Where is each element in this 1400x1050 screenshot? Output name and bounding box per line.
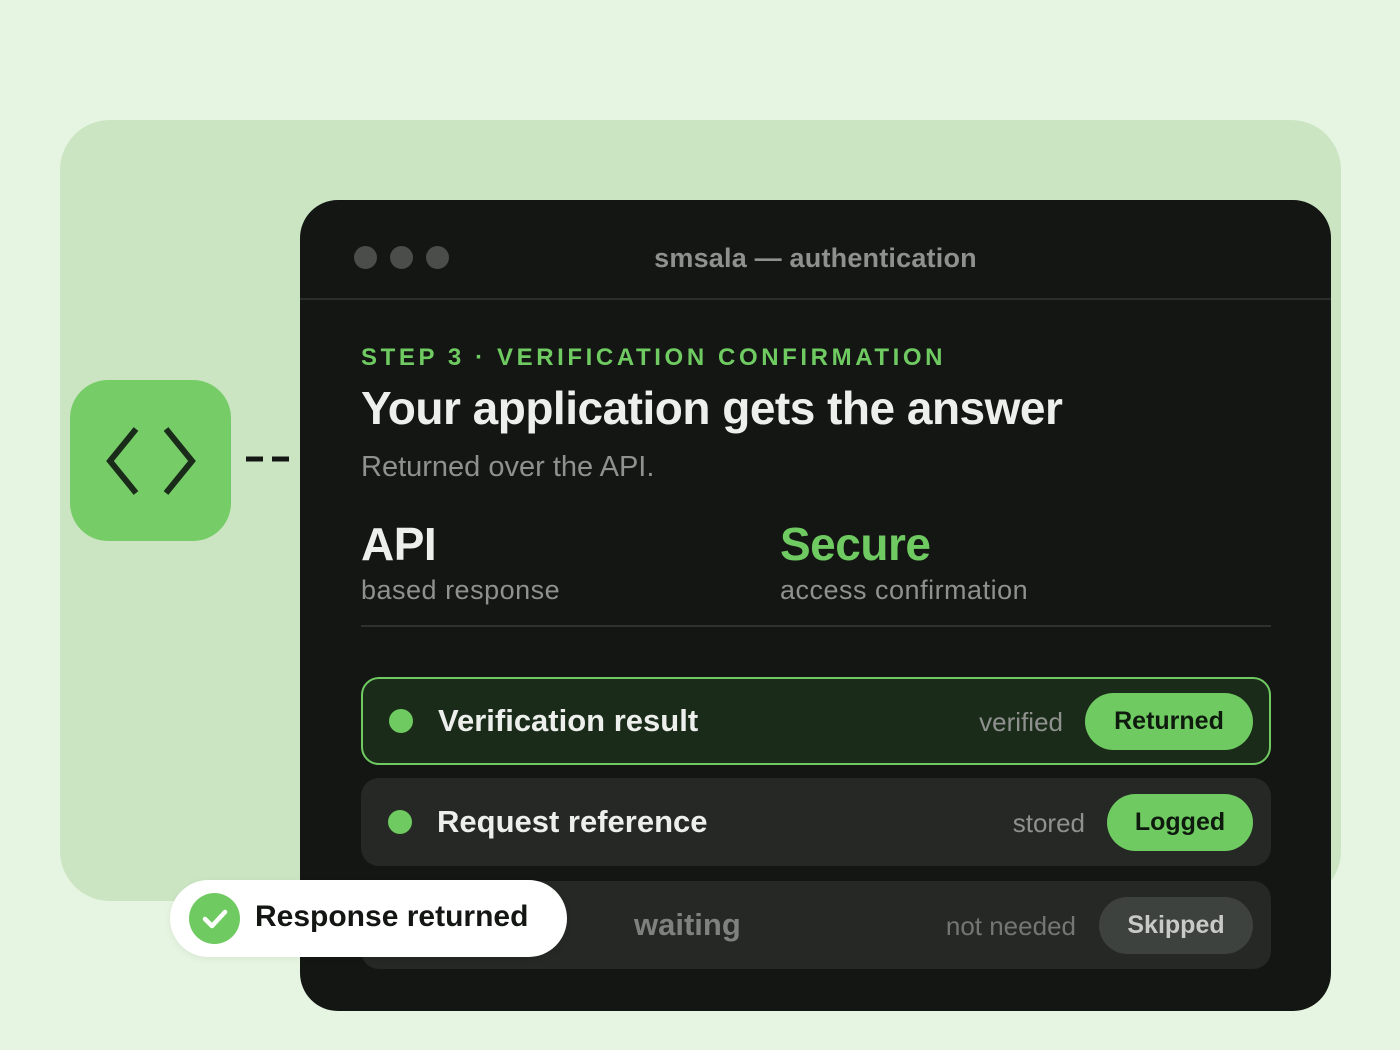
stat-value: API <box>361 518 437 570</box>
code-brackets-icon <box>105 426 196 495</box>
response-toast: Response returned <box>170 880 567 957</box>
status-badge: Skipped <box>1099 897 1253 954</box>
check-icon <box>189 893 240 944</box>
row-status: verified <box>979 707 1063 737</box>
row-request-reference[interactable]: Request reference stored Logged <box>361 778 1271 866</box>
page-title: Your application gets the answer <box>361 382 1063 434</box>
status-dot <box>389 709 413 733</box>
row-label: Verification result <box>438 703 699 738</box>
api-code-tile <box>70 380 231 541</box>
status-dot <box>388 810 412 834</box>
dashed-connector <box>246 456 296 462</box>
row-verification-result[interactable]: Verification result verified Returned <box>361 677 1271 765</box>
stat-label: access confirmation <box>780 575 1029 605</box>
status-badge: Returned <box>1085 693 1253 750</box>
row-status: not needed <box>945 911 1076 941</box>
stat-label: based response <box>361 575 561 605</box>
step-label: STEP 3 · VERIFICATION CONFIRMATION <box>361 344 947 371</box>
window-title: smsala — authentication <box>654 243 977 273</box>
stat-secure: Secure access confirmation <box>780 515 1028 607</box>
status-badge: Logged <box>1107 794 1253 851</box>
divider <box>361 625 1271 627</box>
row-label: Request reference <box>437 804 708 839</box>
toast-label: Response returned <box>255 900 529 933</box>
stat-value: Secure <box>780 518 931 570</box>
page-subtitle: Returned over the API. <box>361 451 655 483</box>
row-label: waiting <box>634 907 741 942</box>
window-titlebar: smsala — authentication <box>300 200 1331 300</box>
stat-api: API based response <box>361 515 560 607</box>
row-status: stored <box>1012 808 1085 838</box>
